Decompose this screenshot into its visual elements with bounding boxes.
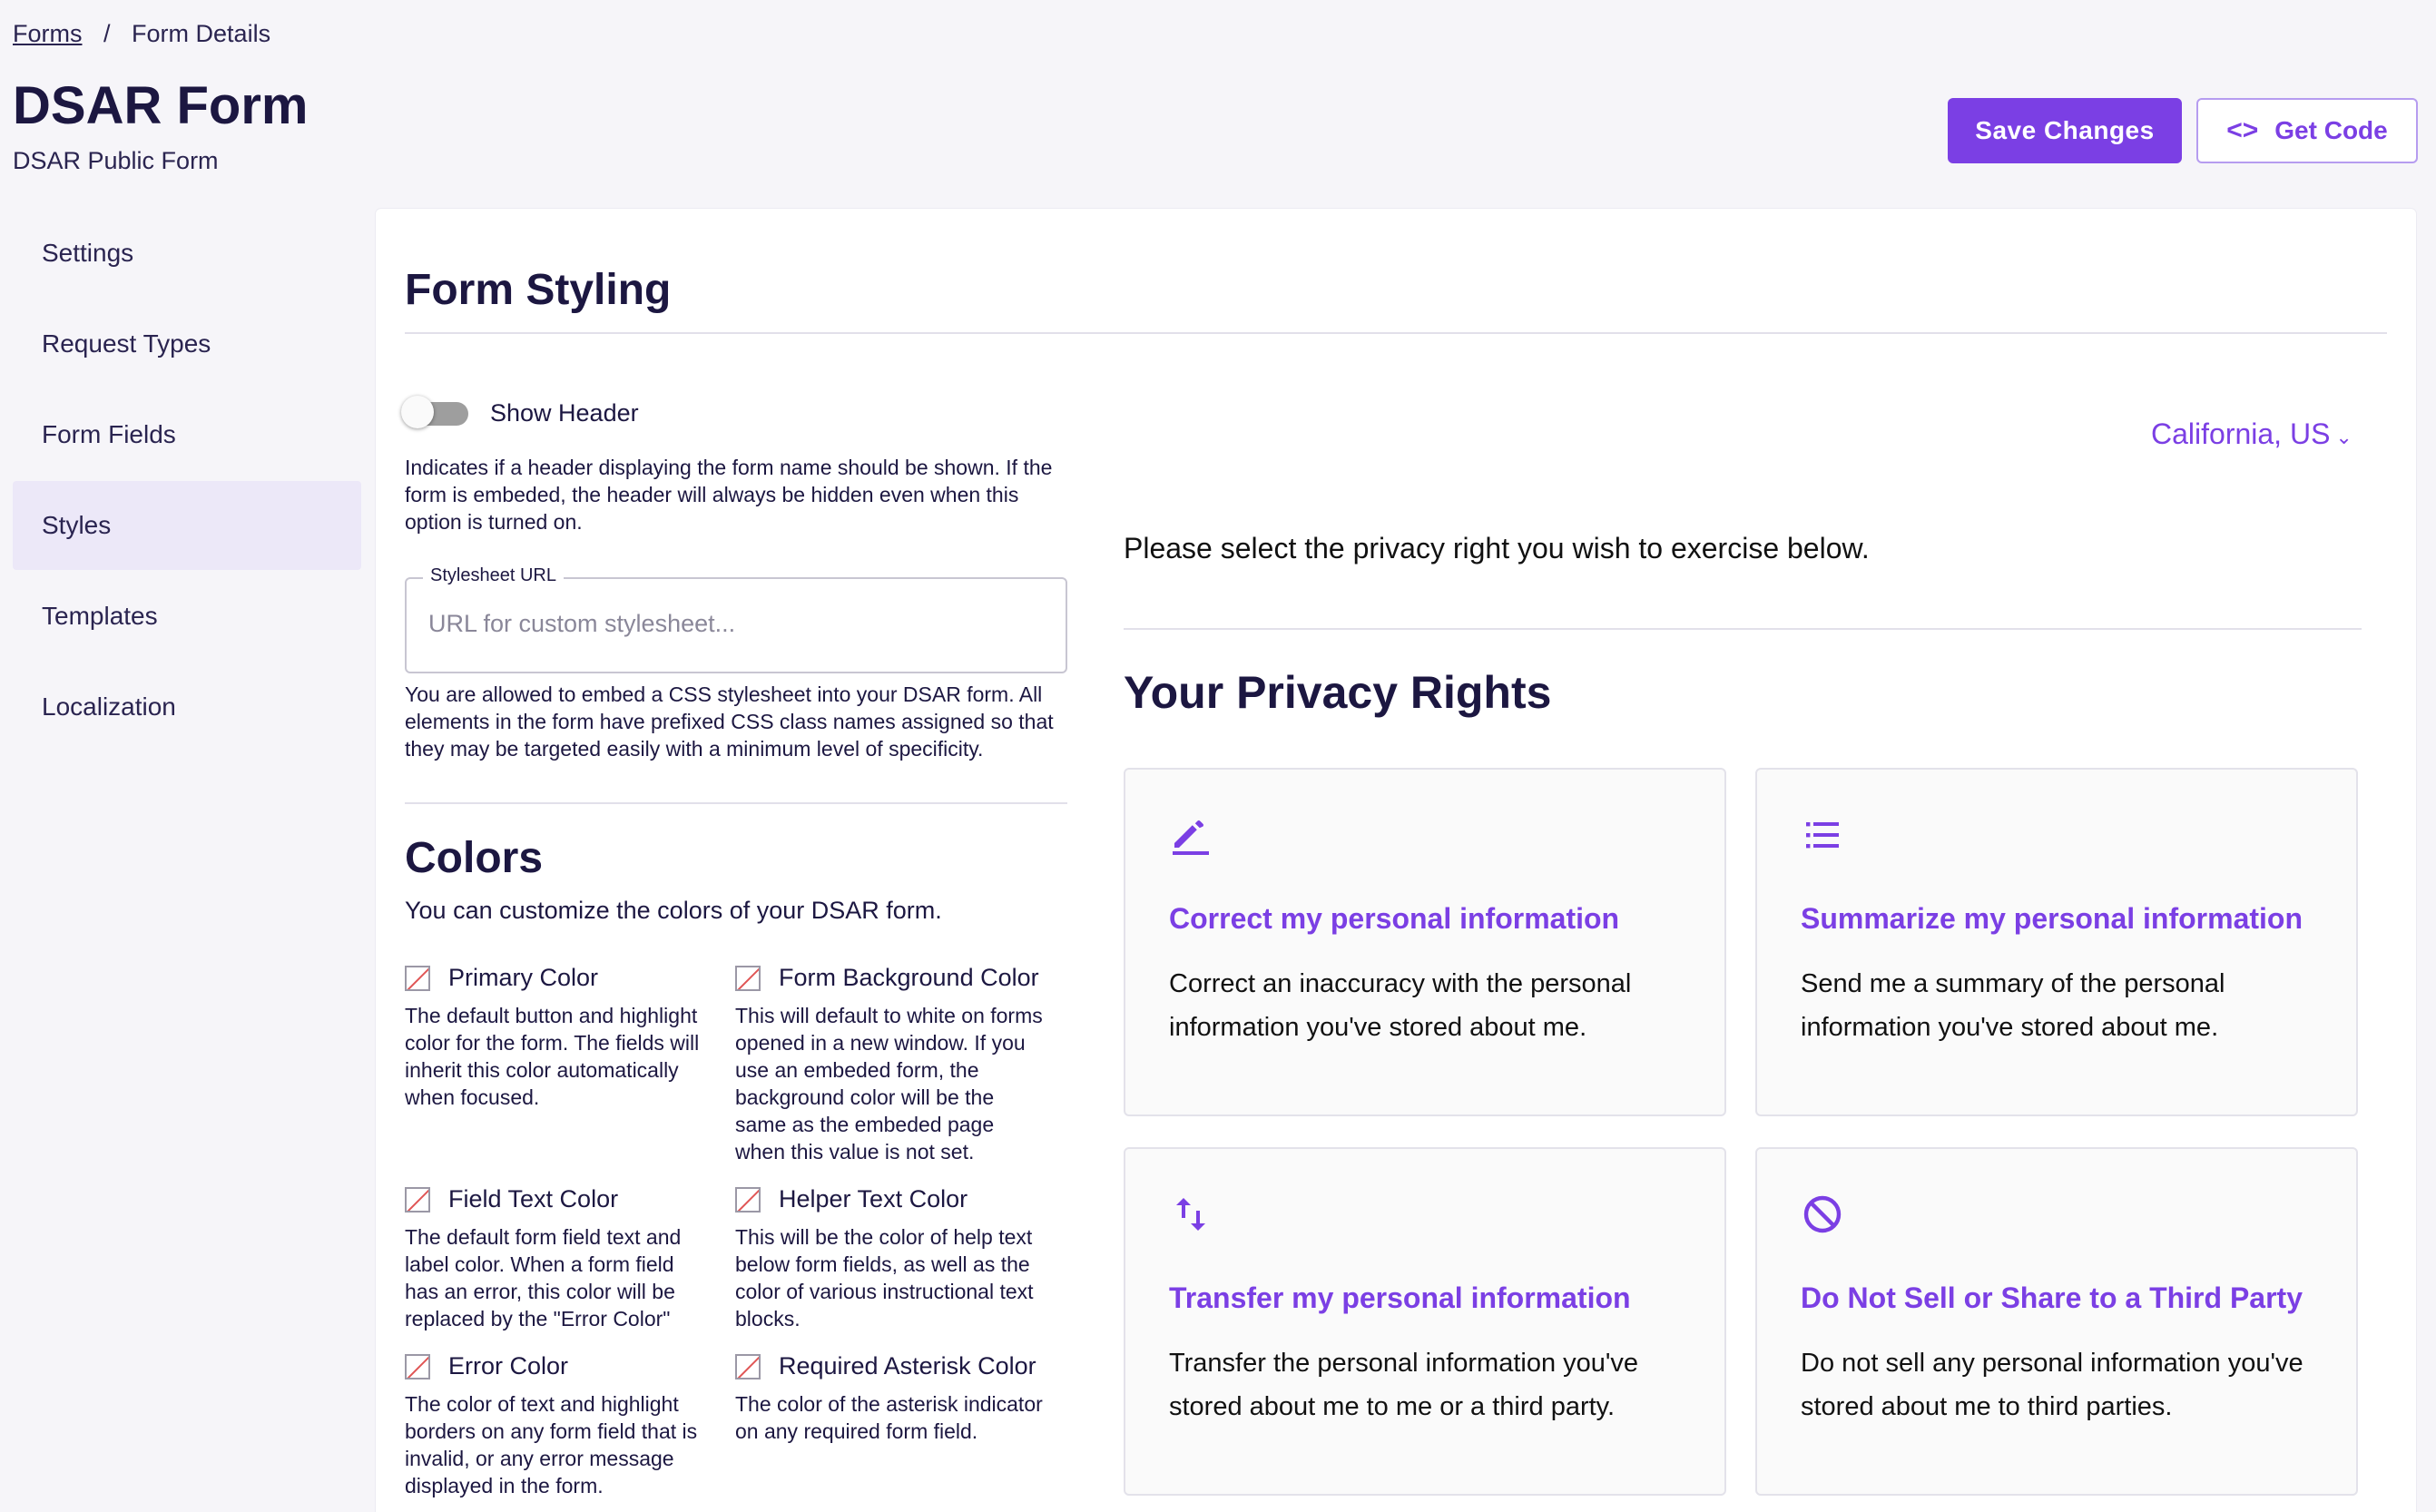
sidebar-item-label: Settings <box>42 239 134 267</box>
sidebar-item-label: Localization <box>42 692 176 721</box>
field-text-color-picker[interactable]: Field Text Color <box>405 1185 618 1213</box>
color-item-help: The default button and highlight color f… <box>405 1004 700 1109</box>
color-item-label: Helper Text Color <box>779 1185 968 1213</box>
card-description: Send me a summary of the personal inform… <box>1801 969 2225 1042</box>
breadcrumb-link-forms[interactable]: Forms <box>13 20 83 47</box>
helper-text-color-picker[interactable]: Helper Text Color <box>735 1185 968 1213</box>
block-icon <box>1803 1195 1842 1233</box>
edit-icon <box>1173 820 1209 855</box>
color-swatch-icon <box>405 1353 430 1379</box>
region-label: California, US <box>2151 417 2331 450</box>
sidebar-item-label: Styles <box>42 511 112 539</box>
color-swatch-icon <box>405 965 430 991</box>
breadcrumb: Forms / Form Details <box>13 20 270 48</box>
form-background-color-picker[interactable]: Form Background Color <box>735 964 1039 992</box>
color-swatch-icon <box>735 965 761 991</box>
sidebar-item-templates[interactable]: Templates <box>13 572 361 661</box>
card-title: Do Not Sell or Share to a Third Party <box>1801 1281 2303 1314</box>
privacy-right-card-do-not-sell[interactable]: Do Not Sell or Share to a Third Party Do… <box>1755 1147 2358 1496</box>
sidebar-item-settings[interactable]: Settings <box>13 209 361 298</box>
breadcrumb-separator: / <box>103 20 111 47</box>
stylesheet-url-label: Stylesheet URL <box>423 565 564 586</box>
color-item-help: The default form field text and label co… <box>405 1225 682 1330</box>
color-swatch-icon <box>735 1353 761 1379</box>
preview-prompt: Please select the privacy right you wish… <box>1124 532 1870 565</box>
heading-divider <box>405 332 2387 334</box>
card-description: Transfer the personal information you've… <box>1169 1349 1639 1421</box>
colors-divider <box>405 802 1067 804</box>
preview-divider <box>1124 628 2362 630</box>
privacy-right-card-correct[interactable]: Correct my personal information Correct … <box>1124 768 1726 1116</box>
show-header-help: Indicates if a header displaying the for… <box>405 456 1053 534</box>
primary-color-picker[interactable]: Primary Color <box>405 964 598 992</box>
color-item-label: Primary Color <box>448 964 599 991</box>
sidebar-item-styles[interactable]: Styles <box>13 481 361 570</box>
stylesheet-url-field <box>405 577 1067 673</box>
colors-description: You can customize the colors of your DSA… <box>405 897 942 924</box>
form-styling-heading: Form Styling <box>405 266 672 314</box>
region-selector[interactable]: California, US ⌄ <box>2151 417 2353 451</box>
color-item-label: Required Asterisk Color <box>779 1352 1036 1379</box>
sidebar-item-form-fields[interactable]: Form Fields <box>13 390 361 479</box>
colors-heading: Colors <box>405 834 544 882</box>
color-item-label: Field Text Color <box>448 1185 619 1213</box>
color-item-label: Form Background Color <box>779 964 1039 991</box>
toggle-knob <box>401 396 434 428</box>
privacy-right-card-transfer[interactable]: Transfer my personal information Transfe… <box>1124 1147 1726 1496</box>
list-icon <box>1806 822 1839 849</box>
privacy-right-card-summarize[interactable]: Summarize my personal information Send m… <box>1755 768 2358 1116</box>
card-description: Correct an inaccuracy with the personal … <box>1169 969 1632 1042</box>
save-changes-label: Save Changes <box>1975 116 2155 144</box>
sidebar-item-localization[interactable]: Localization <box>13 663 361 751</box>
color-swatch-icon <box>735 1186 761 1213</box>
privacy-rights-heading: Your Privacy Rights <box>1124 667 1552 718</box>
color-item-help: This will be the color of help text belo… <box>735 1225 1034 1330</box>
sidebar-item-request-types[interactable]: Request Types <box>13 299 361 388</box>
stylesheet-help: You are allowed to embed a CSS styleshee… <box>405 682 1054 761</box>
breadcrumb-current: Form Details <box>132 20 271 47</box>
card-title: Transfer my personal information <box>1169 1281 1631 1314</box>
color-item-help: The color of the asterisk indicator on a… <box>735 1392 1043 1443</box>
save-changes-button[interactable]: Save Changes <box>1948 98 2182 163</box>
card-title: Correct my personal information <box>1169 902 1620 935</box>
required-asterisk-color-picker[interactable]: Required Asterisk Color <box>735 1352 1036 1380</box>
show-header-label: Show Header <box>490 399 639 427</box>
card-title: Summarize my personal information <box>1801 902 2303 935</box>
stylesheet-url-input[interactable] <box>428 610 1046 638</box>
error-color-picker[interactable]: Error Color <box>405 1352 568 1380</box>
color-item-label: Error Color <box>448 1352 569 1379</box>
sidebar-item-label: Templates <box>42 602 158 630</box>
page-title: DSAR Form <box>13 76 309 135</box>
chevron-down-icon: ⌄ <box>2335 426 2353 448</box>
sidebar-item-label: Request Types <box>42 329 211 358</box>
page-subtitle: DSAR Public Form <box>13 147 219 174</box>
card-description: Do not sell any personal information you… <box>1801 1349 2303 1421</box>
get-code-button[interactable]: <> Get Code <box>2196 98 2418 163</box>
color-swatch-icon <box>405 1186 430 1213</box>
get-code-label: Get Code <box>2274 116 2388 144</box>
color-item-help: This will default to white on forms open… <box>735 1004 1043 1163</box>
sidebar-item-label: Form Fields <box>42 420 176 448</box>
transfer-icon <box>1176 1198 1205 1231</box>
show-header-toggle[interactable] <box>401 396 470 428</box>
code-icon: <> <box>2226 115 2259 145</box>
color-item-help: The color of text and highlight borders … <box>405 1392 698 1497</box>
